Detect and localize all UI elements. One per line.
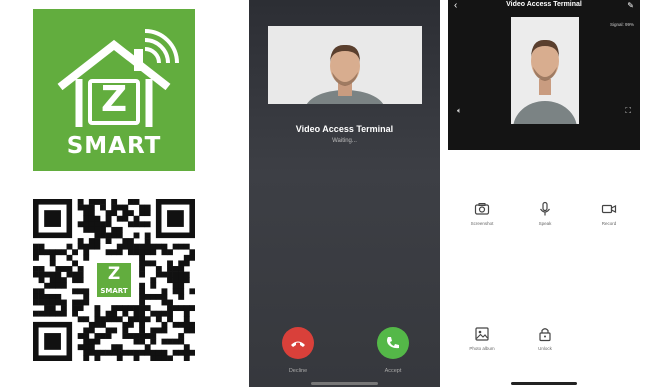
accept-label: Accept <box>384 368 402 374</box>
zsmart-logo: Z SMART <box>33 9 195 171</box>
decline-label: Decline <box>288 368 308 374</box>
record-button[interactable]: Record <box>584 201 634 226</box>
accept-button[interactable] <box>377 327 409 359</box>
qr-badge-logo: Z SMART <box>95 261 133 299</box>
camera-icon <box>474 203 490 215</box>
lock-icon <box>539 328 551 342</box>
live-camera-feed <box>511 17 579 124</box>
microphone-icon <box>540 201 550 216</box>
incoming-call-screen: Video Access Terminal Waiting... Decline… <box>249 0 440 387</box>
image-icon <box>475 327 489 341</box>
qr-badge-text: SMART <box>100 287 128 295</box>
screenshot-button[interactable]: Screenshot <box>457 201 507 226</box>
record-label: Record <box>601 221 617 226</box>
speaker-icon[interactable]: 🔈︎ <box>457 106 462 116</box>
visitor-portrait <box>513 39 577 124</box>
home-indicator <box>511 382 577 385</box>
screenshot-label: Screenshot <box>470 221 494 226</box>
signal-strength: Signal: 99% <box>609 22 634 27</box>
live-video-area: ‹ Video Access Terminal ✎ Signal: 99% 🔈︎… <box>448 0 640 150</box>
unlock-label: Unlock <box>538 346 552 351</box>
fullscreen-icon[interactable]: ⛶ <box>625 106 631 116</box>
photo-album-label: Photo album <box>469 346 495 351</box>
logo-text: SMART <box>66 133 162 159</box>
hang-up-icon <box>291 341 305 347</box>
phone-icon <box>387 337 399 349</box>
video-camera-icon <box>601 204 617 214</box>
speak-button[interactable]: Speak <box>520 201 570 226</box>
live-view-screen: ‹ Video Access Terminal ✎ Signal: 99% 🔈︎… <box>448 0 640 387</box>
qr-badge-letter: Z <box>107 264 121 284</box>
caller-video-preview <box>268 26 422 104</box>
unlock-button[interactable]: Unlock <box>520 326 570 351</box>
edit-icon[interactable]: ✎ <box>627 0 634 12</box>
speak-label: Speak <box>538 221 552 226</box>
qr-code: Z SMART <box>33 199 195 361</box>
photo-album-button[interactable]: Photo album <box>457 326 507 351</box>
live-title: Video Access Terminal <box>506 1 582 8</box>
caller-portrait <box>306 44 384 104</box>
call-title: Video Access Terminal <box>295 124 394 134</box>
logo-letter: Z <box>100 79 128 120</box>
call-status: Waiting... <box>332 138 357 144</box>
home-indicator <box>311 382 378 385</box>
decline-button[interactable] <box>282 327 314 359</box>
